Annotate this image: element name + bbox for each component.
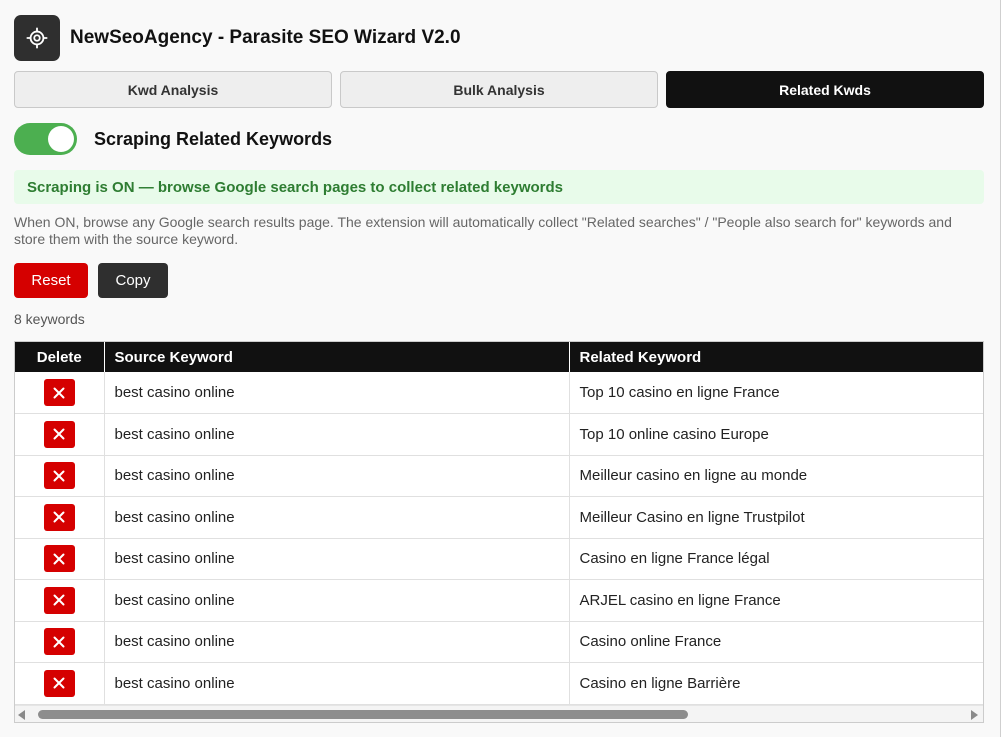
source-keyword-cell: best casino online [104, 579, 570, 622]
related-keyword-cell: Top 10 online casino Europe [569, 413, 983, 456]
tab-kwd-analysis[interactable]: Kwd Analysis [14, 71, 332, 108]
header-related-keyword: Related Keyword [569, 342, 983, 372]
related-keyword-cell: ARJEL casino en ligne France [569, 579, 983, 622]
copy-button[interactable]: Copy [98, 263, 168, 298]
reset-button[interactable]: Reset [14, 263, 88, 298]
table-row: best casino online Casino en ligne Barri… [15, 662, 983, 705]
scraping-toggle-label: Scraping Related Keywords [94, 128, 333, 149]
action-buttons: Reset Copy [14, 263, 168, 298]
source-keyword-cell: best casino online [104, 372, 570, 414]
gear-icon [14, 15, 60, 61]
scrollbar-thumb[interactable] [38, 710, 688, 719]
close-icon [53, 511, 65, 523]
table-row: best casino online Casino en ligne Franc… [15, 538, 983, 580]
related-keyword-cell: Meilleur Casino en ligne Trustpilot [569, 496, 983, 539]
delete-row-button[interactable] [43, 462, 75, 490]
header-delete: Delete [15, 342, 105, 372]
delete-row-button[interactable] [43, 420, 75, 448]
delete-row-button[interactable] [43, 545, 75, 573]
toggle-knob [48, 126, 74, 152]
scraping-toggle-row: Scraping Related Keywords [14, 123, 332, 155]
table-header-row: Delete Source Keyword Related Keyword [15, 342, 983, 372]
tab-related-kwds[interactable]: Related Kwds [666, 71, 984, 108]
close-icon [53, 553, 65, 565]
source-keyword-cell: best casino online [104, 538, 570, 580]
header: NewSeoAgency - Parasite SEO Wizard V2.0 [14, 15, 461, 61]
table-row: best casino online Top 10 online casino … [15, 413, 983, 456]
related-keyword-cell: Casino online France [569, 621, 983, 663]
source-keyword-cell: best casino online [104, 662, 570, 705]
source-keyword-cell: best casino online [104, 621, 570, 663]
horizontal-scrollbar[interactable] [15, 705, 983, 722]
close-icon [53, 470, 65, 482]
delete-row-button[interactable] [43, 628, 75, 656]
delete-row-button[interactable] [43, 503, 75, 531]
table-row: best casino online ARJEL casino en ligne… [15, 579, 983, 622]
delete-row-button[interactable] [43, 669, 75, 697]
tab-bar: Kwd Analysis Bulk Analysis Related Kwds [14, 71, 984, 108]
scroll-right-arrow-icon[interactable] [971, 710, 978, 720]
table-row: best casino online Casino online France [15, 621, 983, 663]
keyword-count: 8 keywords [14, 311, 85, 327]
source-keyword-cell: best casino online [104, 455, 570, 497]
related-keyword-cell: Top 10 casino en ligne France [569, 372, 983, 414]
close-icon [53, 636, 65, 648]
header-source-keyword: Source Keyword [104, 342, 570, 372]
related-keyword-cell: Casino en ligne Barrière [569, 662, 983, 705]
delete-row-button[interactable] [43, 379, 75, 406]
source-keyword-cell: best casino online [104, 413, 570, 456]
close-icon [53, 677, 65, 689]
scraping-toggle[interactable] [14, 123, 77, 155]
scroll-left-arrow-icon[interactable] [18, 710, 25, 720]
related-keyword-cell: Casino en ligne France légal [569, 538, 983, 580]
close-icon [53, 594, 65, 606]
table-row: best casino online Top 10 casino en lign… [15, 372, 983, 414]
help-text: When ON, browse any Google search result… [14, 214, 952, 247]
tab-bulk-analysis[interactable]: Bulk Analysis [340, 71, 658, 108]
source-keyword-cell: best casino online [104, 496, 570, 539]
close-icon [53, 387, 65, 398]
status-banner: Scraping is ON — browse Google search pa… [14, 170, 984, 204]
table-row: best casino online Meilleur Casino en li… [15, 496, 983, 539]
extension-popup: NewSeoAgency - Parasite SEO Wizard V2.0 … [0, 0, 1001, 737]
table-row: best casino online Meilleur casino en li… [15, 455, 983, 497]
keywords-table-container: Delete Source Keyword Related Keyword be… [14, 341, 984, 723]
keywords-table: Delete Source Keyword Related Keyword be… [15, 342, 983, 705]
close-icon [53, 428, 65, 440]
delete-row-button[interactable] [43, 586, 75, 614]
app-title: NewSeoAgency - Parasite SEO Wizard V2.0 [70, 27, 461, 48]
related-keyword-cell: Meilleur casino en ligne au monde [569, 455, 983, 497]
